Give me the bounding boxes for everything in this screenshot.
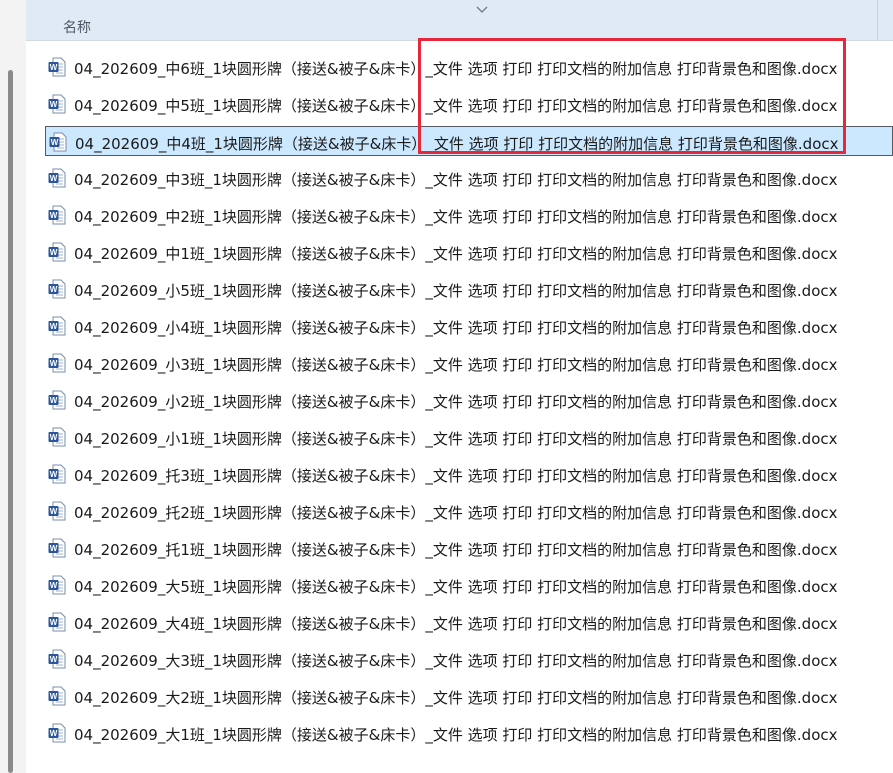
svg-text:W: W: [50, 692, 58, 701]
file-row[interactable]: W 04_202609_小2班_1块圆形牌（接送&被子&床卡）_文件 选项 打印 …: [45, 385, 893, 415]
file-row[interactable]: W 04_202609_托2班_1块圆形牌（接送&被子&床卡）_文件 选项 打印 …: [45, 496, 893, 526]
svg-text:W: W: [50, 100, 58, 109]
file-row[interactable]: W 04_202609_中6班_1块圆形牌（接送&被子&床卡）_文件 选项 打印 …: [45, 52, 893, 82]
file-row[interactable]: W 04_202609_托3班_1块圆形牌（接送&被子&床卡）_文件 选项 打印 …: [45, 459, 893, 489]
scrollbar-thumb[interactable]: [8, 70, 13, 773]
svg-text:W: W: [50, 248, 58, 257]
svg-text:W: W: [50, 581, 58, 590]
file-row[interactable]: W 04_202609_大2班_1块圆形牌（接送&被子&床卡）_文件 选项 打印 …: [45, 681, 893, 711]
svg-text:W: W: [51, 138, 59, 147]
svg-text:W: W: [50, 359, 58, 368]
file-name: 04_202609_大4班_1块圆形牌（接送&被子&床卡）_文件 选项 打印 打…: [74, 615, 838, 633]
file-name: 04_202609_中3班_1块圆形牌（接送&被子&床卡）_文件 选项 打印 打…: [74, 171, 838, 189]
svg-text:W: W: [50, 433, 58, 442]
file-name: 04_202609_大5班_1块圆形牌（接送&被子&床卡）_文件 选项 打印 打…: [74, 578, 838, 596]
file-row[interactable]: W 04_202609_中2班_1块圆形牌（接送&被子&床卡）_文件 选项 打印 …: [45, 200, 893, 230]
file-name: 04_202609_大2班_1块圆形牌（接送&被子&床卡）_文件 选项 打印 打…: [74, 689, 838, 707]
navigation-pane-edge: [0, 0, 26, 773]
file-row[interactable]: W 04_202609_小5班_1块圆形牌（接送&被子&床卡）_文件 选项 打印 …: [45, 274, 893, 304]
column-header-bar: 名称: [26, 0, 893, 41]
chevron-down-icon[interactable]: [476, 6, 488, 14]
file-row[interactable]: W 04_202609_托1班_1块圆形牌（接送&被子&床卡）_文件 选项 打印 …: [45, 533, 893, 563]
file-name: 04_202609_中2班_1块圆形牌（接送&被子&床卡）_文件 选项 打印 打…: [74, 208, 838, 226]
file-name: 04_202609_大3班_1块圆形牌（接送&被子&床卡）_文件 选项 打印 打…: [74, 652, 838, 670]
svg-text:W: W: [50, 544, 58, 553]
file-name: 04_202609_小5班_1块圆形牌（接送&被子&床卡）_文件 选项 打印 打…: [74, 282, 838, 300]
file-row[interactable]: W 04_202609_大4班_1块圆形牌（接送&被子&床卡）_文件 选项 打印 …: [45, 607, 893, 637]
file-row[interactable]: W 04_202609_大1班_1块圆形牌（接送&被子&床卡）_文件 选项 打印 …: [45, 718, 893, 748]
file-row[interactable]: W 04_202609_大5班_1块圆形牌（接送&被子&床卡）_文件 选项 打印 …: [45, 570, 893, 600]
file-row[interactable]: W 04_202609_中3班_1块圆形牌（接送&被子&床卡）_文件 选项 打印 …: [45, 163, 893, 193]
file-name: 04_202609_托2班_1块圆形牌（接送&被子&床卡）_文件 选项 打印 打…: [74, 504, 838, 522]
svg-text:W: W: [50, 63, 58, 72]
file-row[interactable]: W 04_202609_中5班_1块圆形牌（接送&被子&床卡）_文件 选项 打印 …: [45, 89, 893, 119]
file-name: 04_202609_中1班_1块圆形牌（接送&被子&床卡）_文件 选项 打印 打…: [74, 245, 838, 263]
file-row[interactable]: W 04_202609_中4班_1块圆形牌（接送&被子&床卡）_文件 选项 打印 …: [45, 126, 893, 156]
file-row[interactable]: W 04_202609_小4班_1块圆形牌（接送&被子&床卡）_文件 选项 打印 …: [45, 311, 893, 341]
file-name: 04_202609_小3班_1块圆形牌（接送&被子&床卡）_文件 选项 打印 打…: [74, 356, 838, 374]
svg-text:W: W: [50, 285, 58, 294]
file-name: 04_202609_托1班_1块圆形牌（接送&被子&床卡）_文件 选项 打印 打…: [74, 541, 838, 559]
file-row[interactable]: W 04_202609_小3班_1块圆形牌（接送&被子&床卡）_文件 选项 打印 …: [45, 348, 893, 378]
file-name: 04_202609_中5班_1块圆形牌（接送&被子&床卡）_文件 选项 打印 打…: [74, 97, 838, 115]
svg-text:W: W: [50, 211, 58, 220]
column-header-name[interactable]: 名称: [63, 17, 91, 37]
svg-text:W: W: [50, 174, 58, 183]
svg-text:W: W: [50, 729, 58, 738]
column-divider[interactable]: [877, 0, 878, 40]
svg-text:W: W: [50, 322, 58, 331]
file-name: 04_202609_小1班_1块圆形牌（接送&被子&床卡）_文件 选项 打印 打…: [74, 430, 838, 448]
svg-text:W: W: [50, 655, 58, 664]
file-row[interactable]: W 04_202609_大3班_1块圆形牌（接送&被子&床卡）_文件 选项 打印 …: [45, 644, 893, 674]
file-name: 04_202609_中6班_1块圆形牌（接送&被子&床卡）_文件 选项 打印 打…: [74, 60, 838, 78]
file-name: 04_202609_托3班_1块圆形牌（接送&被子&床卡）_文件 选项 打印 打…: [74, 467, 838, 485]
file-row[interactable]: W 04_202609_小1班_1块圆形牌（接送&被子&床卡）_文件 选项 打印 …: [45, 422, 893, 452]
file-name: 04_202609_小2班_1块圆形牌（接送&被子&床卡）_文件 选项 打印 打…: [74, 393, 838, 411]
file-name: 04_202609_小4班_1块圆形牌（接送&被子&床卡）_文件 选项 打印 打…: [74, 319, 838, 337]
file-name: 04_202609_大1班_1块圆形牌（接送&被子&床卡）_文件 选项 打印 打…: [74, 726, 838, 744]
file-explorer-window: 名称 W 04_202609_中6班_1块圆形牌（接送&被子&床卡）_文件 选项 …: [0, 0, 893, 773]
svg-text:W: W: [50, 470, 58, 479]
file-name: 04_202609_中4班_1块圆形牌（接送&被子&床卡）_文件 选项 打印 打…: [75, 135, 839, 153]
file-row[interactable]: W 04_202609_中1班_1块圆形牌（接送&被子&床卡）_文件 选项 打印 …: [45, 237, 893, 267]
svg-text:W: W: [50, 618, 58, 627]
svg-text:W: W: [50, 396, 58, 405]
svg-text:W: W: [50, 507, 58, 516]
